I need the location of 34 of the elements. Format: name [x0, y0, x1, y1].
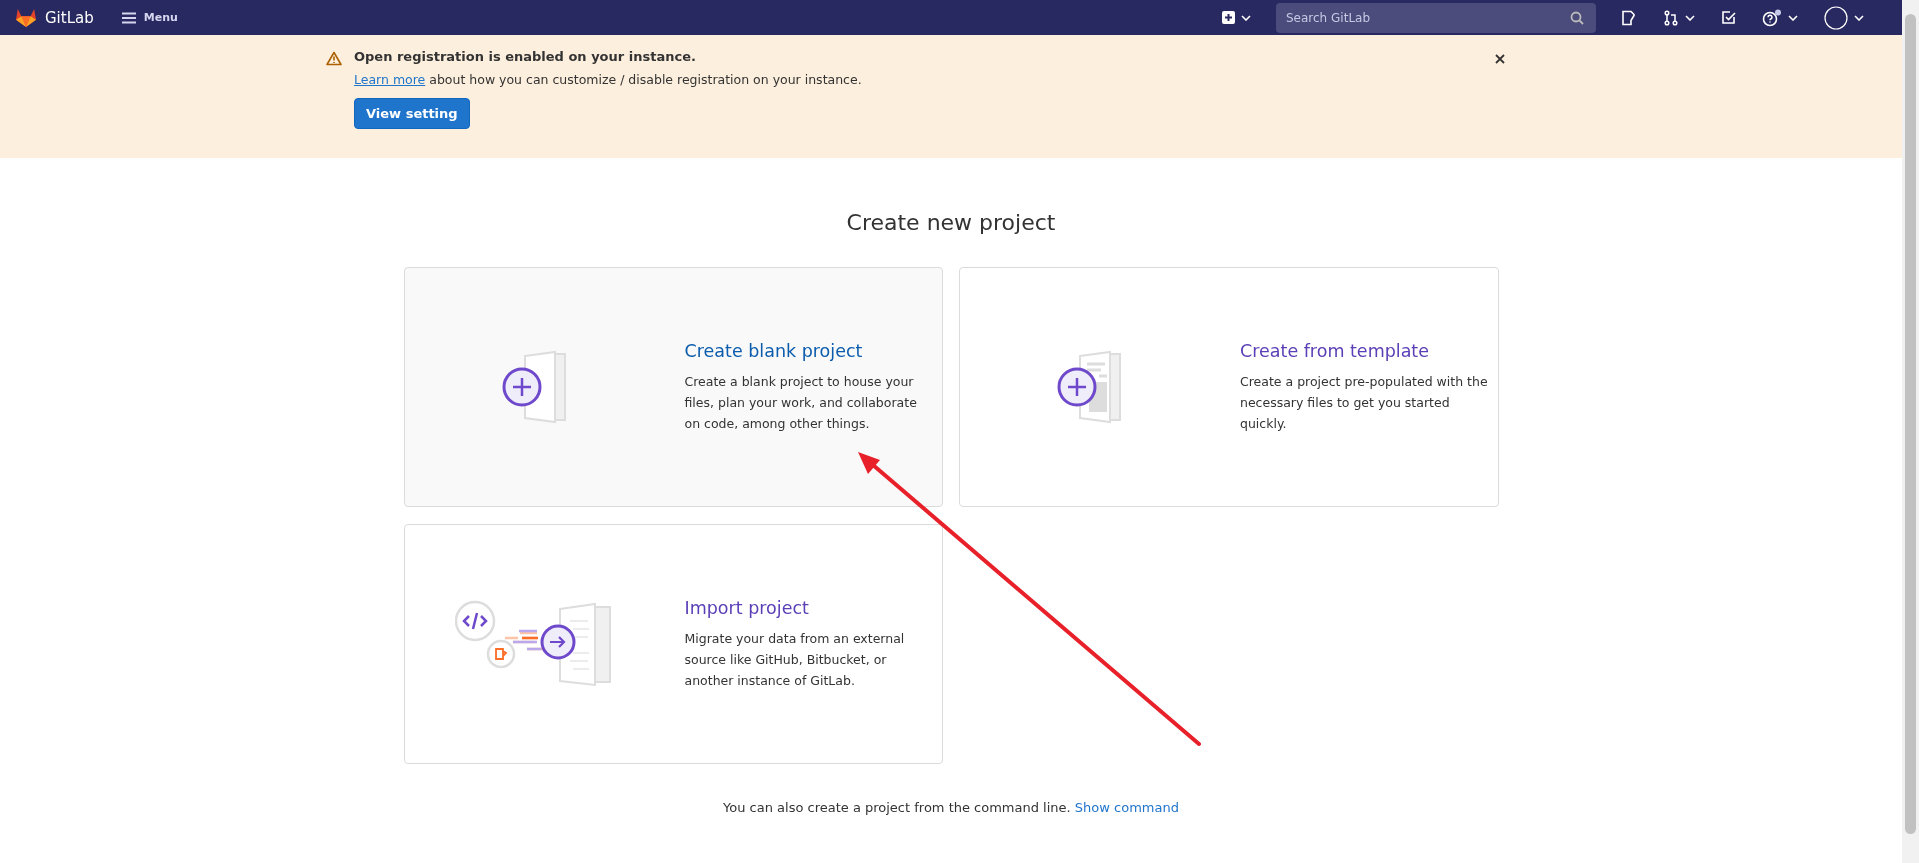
brand-name[interactable]: GitLab: [45, 8, 94, 27]
alert-title: Open registration is enabled on your instance.: [354, 49, 697, 64]
project-option-card[interactable]: Create from template Create a project pre-populated with the necessary files to get you started quickly.: [959, 267, 1499, 507]
checkbox-icon: [1721, 10, 1736, 25]
close-icon[interactable]: [1494, 53, 1506, 65]
learn-more-link[interactable]: Learn more: [354, 72, 426, 87]
chevron-down-icon: [1788, 14, 1798, 21]
command-line-hint: You can also create a project from the command line. Show command: [722, 800, 1180, 815]
warning-icon: [326, 51, 342, 66]
card-title: Import project: [684, 597, 810, 618]
chevron-down-icon: [1685, 14, 1695, 21]
search-field[interactable]: Search GitLab: [1276, 2, 1596, 33]
document-icon: [1621, 9, 1637, 26]
card-title: Create blank project: [684, 340, 864, 361]
card-title: Create from template: [1240, 340, 1430, 361]
scrollbar[interactable]: [1902, 0, 1919, 863]
project-option-card[interactable]: Create blank project Create a blank project to house your files, plan your work, and collaborate on code, among other things.: [403, 267, 943, 507]
card-description: Create a blank project to house your files, plan your work, and collaborate on code, among other things.: [684, 372, 918, 433]
chevron-down-icon: [1854, 14, 1864, 21]
search-icon: [1570, 10, 1584, 25]
merge-request-icon: [1663, 9, 1679, 26]
alert-message: Learn more about how you can customize / disable registration on your instance.: [354, 72, 863, 87]
project-option-card[interactable]: Import project Migrate your data from an external source like GitHub, Bitbucket, or another instance of GitLab.: [403, 524, 943, 764]
chevron-down-icon: [1241, 14, 1251, 21]
view-setting-button[interactable]: View setting: [354, 98, 470, 129]
card-description: Migrate your data from an external source like GitHub, Bitbucket, or another instance of GitLab.: [684, 629, 906, 690]
avatar-icon: [1824, 5, 1848, 30]
fox-logo-icon[interactable]: [15, 7, 37, 28]
plus-square-icon: [1222, 11, 1235, 24]
page-title: Create new project: [845, 210, 1057, 235]
card-description: Create a project pre-populated with the necessary files to get you started quickly.: [1240, 372, 1489, 433]
menu-icon: [121, 11, 136, 24]
show-command-link[interactable]: Show command: [1074, 800, 1179, 815]
menu-button[interactable]: Menu: [115, 10, 184, 25]
